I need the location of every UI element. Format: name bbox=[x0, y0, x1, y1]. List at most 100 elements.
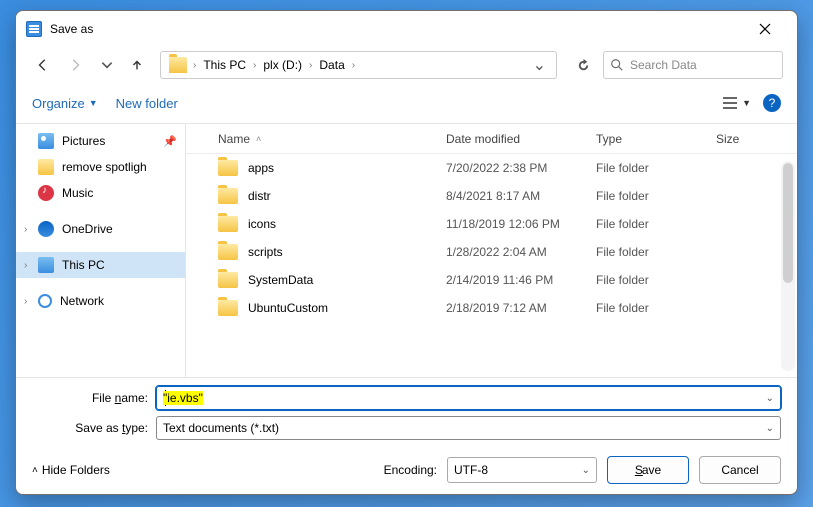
music-icon bbox=[38, 185, 54, 201]
sidebar-item-pictures[interactable]: Pictures📌 bbox=[16, 128, 185, 154]
saveastype-label: Save as type: bbox=[32, 421, 156, 435]
scrollbar-thumb[interactable] bbox=[783, 163, 793, 283]
chevron-right-icon: › bbox=[191, 60, 198, 71]
file-name: apps bbox=[248, 161, 274, 175]
navigation-pane: Pictures📌 remove spotligh Music ›OneDriv… bbox=[16, 124, 186, 377]
crumb-drive[interactable]: plx (D:) bbox=[258, 58, 307, 72]
up-button[interactable] bbox=[126, 52, 148, 78]
folder-icon bbox=[218, 188, 238, 204]
filename-value: "ie.vbs" bbox=[163, 391, 203, 405]
network-icon bbox=[38, 294, 52, 308]
notepad-icon bbox=[26, 21, 42, 37]
close-button[interactable] bbox=[743, 14, 787, 44]
table-row[interactable]: SystemData 2/14/2019 11:46 PMFile folder bbox=[186, 266, 797, 294]
new-folder-button[interactable]: New folder bbox=[116, 96, 178, 111]
address-bar[interactable]: › This PC › plx (D:) › Data › ⌄ bbox=[160, 51, 557, 79]
file-name: SystemData bbox=[248, 273, 313, 287]
encoding-select[interactable]: UTF-8 ⌄ bbox=[447, 457, 597, 483]
column-date[interactable]: Date modified bbox=[446, 132, 596, 146]
window-title: Save as bbox=[50, 22, 743, 36]
file-date: 2/18/2019 7:12 AM bbox=[446, 301, 596, 315]
chevron-down-icon[interactable]: ⌄ bbox=[766, 393, 774, 404]
filename-label: File name: bbox=[32, 391, 156, 405]
refresh-button[interactable] bbox=[569, 51, 597, 79]
back-button[interactable] bbox=[30, 52, 56, 78]
forward-button[interactable] bbox=[62, 52, 88, 78]
sidebar-item-remove-spotlight[interactable]: remove spotligh bbox=[16, 154, 185, 180]
file-rows: apps7/20/2022 2:38 PMFile folder distr 8/4… bbox=[186, 154, 797, 377]
help-button[interactable]: ? bbox=[763, 94, 781, 112]
sidebar-item-music[interactable]: Music bbox=[16, 180, 185, 206]
column-type[interactable]: Type bbox=[596, 132, 716, 146]
folder-icon bbox=[218, 272, 238, 288]
content-area: Pictures📌 remove spotligh Music ›OneDriv… bbox=[16, 123, 797, 377]
titlebar: Save as bbox=[16, 11, 797, 47]
chevron-right-icon: › bbox=[251, 60, 258, 71]
crumb-folder[interactable]: Data bbox=[314, 58, 349, 72]
folder-icon bbox=[218, 216, 238, 232]
file-type: File folder bbox=[596, 245, 716, 259]
onedrive-icon bbox=[38, 221, 54, 237]
footer: ˄Hide Folders Encoding: UTF-8 ⌄ Save Can… bbox=[16, 450, 797, 494]
file-date: 1/28/2022 2:04 AM bbox=[446, 245, 596, 259]
toolbar: Organize ▼ New folder ▼ ? bbox=[16, 83, 797, 123]
file-name: distr bbox=[248, 189, 271, 203]
recent-locations-button[interactable] bbox=[94, 52, 120, 78]
sidebar-item-network[interactable]: ›Network bbox=[16, 288, 185, 314]
sidebar-item-this-pc[interactable]: ›This PC bbox=[16, 252, 185, 278]
save-as-dialog: Save as › This PC › plx (D:) › Data › ⌄ … bbox=[15, 10, 798, 495]
file-type: File folder bbox=[596, 161, 716, 175]
pictures-icon bbox=[38, 133, 54, 149]
file-date: 11/18/2019 12:06 PM bbox=[446, 217, 596, 231]
organize-button[interactable]: Organize ▼ bbox=[32, 96, 98, 111]
sidebar-item-onedrive[interactable]: ›OneDrive bbox=[16, 216, 185, 242]
table-row[interactable]: UbuntuCustom 2/18/2019 7:12 AMFile folder bbox=[186, 294, 797, 322]
filename-panel: File name: "ie.vbs" ⌄ Save as type: Text… bbox=[16, 377, 797, 450]
cancel-button[interactable]: Cancel bbox=[699, 456, 781, 484]
folder-icon bbox=[38, 159, 54, 175]
file-name: icons bbox=[248, 217, 276, 231]
table-row[interactable]: distr 8/4/2021 8:17 AMFile folder bbox=[186, 182, 797, 210]
file-type: File folder bbox=[596, 301, 716, 315]
folder-icon bbox=[218, 160, 238, 176]
file-type: File folder bbox=[596, 189, 716, 203]
view-options-button[interactable]: ▼ bbox=[721, 96, 751, 110]
search-icon bbox=[610, 58, 624, 72]
chevron-right-icon: › bbox=[24, 296, 27, 307]
address-dropdown[interactable]: ⌄ bbox=[527, 55, 552, 75]
pc-icon bbox=[38, 257, 54, 273]
folder-icon bbox=[169, 57, 187, 73]
file-type: File folder bbox=[596, 273, 716, 287]
table-row[interactable]: apps7/20/2022 2:38 PMFile folder bbox=[186, 154, 797, 182]
file-date: 8/4/2021 8:17 AM bbox=[446, 189, 596, 203]
navigation-bar: › This PC › plx (D:) › Data › ⌄ Search D… bbox=[16, 47, 797, 83]
chevron-down-icon[interactable]: ⌄ bbox=[766, 423, 774, 434]
file-list: Name˄ Date modified Type Size apps7/20/2… bbox=[186, 124, 797, 377]
filename-input[interactable]: "ie.vbs" ⌄ bbox=[156, 386, 781, 410]
chevron-right-icon: › bbox=[24, 260, 27, 271]
encoding-label: Encoding: bbox=[384, 463, 437, 477]
close-icon bbox=[759, 23, 771, 35]
file-name: scripts bbox=[248, 245, 283, 259]
search-box[interactable]: Search Data bbox=[603, 51, 783, 79]
column-size[interactable]: Size bbox=[716, 132, 797, 146]
saveastype-value: Text documents (*.txt) bbox=[163, 421, 279, 435]
file-type: File folder bbox=[596, 217, 716, 231]
pin-icon: 📌 bbox=[163, 135, 177, 148]
save-button[interactable]: Save bbox=[607, 456, 689, 484]
table-row[interactable]: scripts 1/28/2022 2:04 AMFile folder bbox=[186, 238, 797, 266]
file-name: UbuntuCustom bbox=[248, 301, 328, 315]
column-headers: Name˄ Date modified Type Size bbox=[186, 124, 797, 154]
chevron-right-icon: › bbox=[24, 224, 27, 235]
file-date: 2/14/2019 11:46 PM bbox=[446, 273, 596, 287]
crumb-this-pc[interactable]: This PC bbox=[198, 58, 251, 72]
chevron-down-icon: ▼ bbox=[89, 98, 98, 108]
chevron-down-icon[interactable]: ⌄ bbox=[582, 465, 590, 476]
column-name[interactable]: Name˄ bbox=[186, 132, 446, 146]
saveastype-select[interactable]: Text documents (*.txt) ⌄ bbox=[156, 416, 781, 440]
table-row[interactable]: icons 11/18/2019 12:06 PMFile folder bbox=[186, 210, 797, 238]
list-icon bbox=[721, 96, 739, 110]
vertical-scrollbar[interactable] bbox=[781, 161, 795, 371]
hide-folders-button[interactable]: ˄Hide Folders bbox=[32, 463, 110, 477]
chevron-down-icon: ▼ bbox=[742, 98, 751, 108]
